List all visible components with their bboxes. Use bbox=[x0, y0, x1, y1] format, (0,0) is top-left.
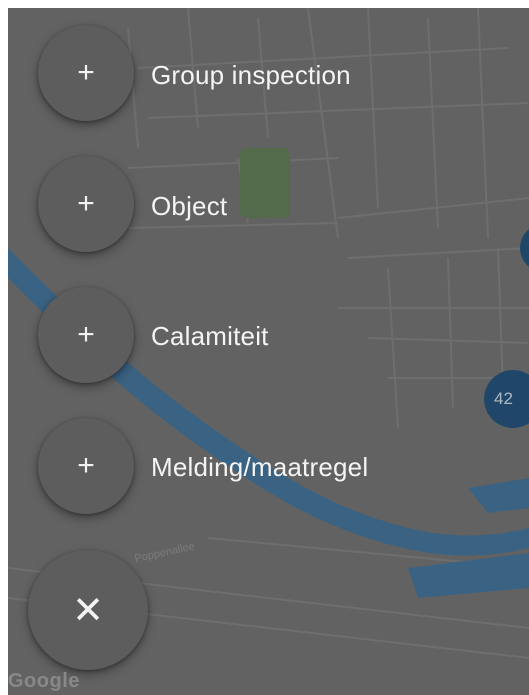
screen: 42 Poppenallee + Group inspection + Obje… bbox=[8, 8, 529, 695]
plus-icon: + bbox=[77, 318, 95, 351]
plus-icon: + bbox=[77, 449, 95, 482]
object-label[interactable]: Object bbox=[151, 191, 227, 222]
group-inspection-label[interactable]: Group inspection bbox=[151, 60, 351, 91]
melding-maatregel-button[interactable]: + bbox=[38, 418, 134, 514]
plus-icon: + bbox=[77, 56, 95, 89]
melding-maatregel-label[interactable]: Melding/maatregel bbox=[151, 452, 368, 483]
group-inspection-button[interactable]: + bbox=[38, 25, 134, 121]
calamiteit-label[interactable]: Calamiteit bbox=[151, 321, 269, 352]
google-attribution[interactable]: Google bbox=[8, 670, 80, 693]
close-menu-button[interactable]: ✕ bbox=[28, 550, 148, 670]
object-button[interactable]: + bbox=[38, 156, 134, 252]
calamiteit-button[interactable]: + bbox=[38, 287, 134, 383]
plus-icon: + bbox=[77, 187, 95, 220]
close-icon: ✕ bbox=[72, 589, 104, 632]
